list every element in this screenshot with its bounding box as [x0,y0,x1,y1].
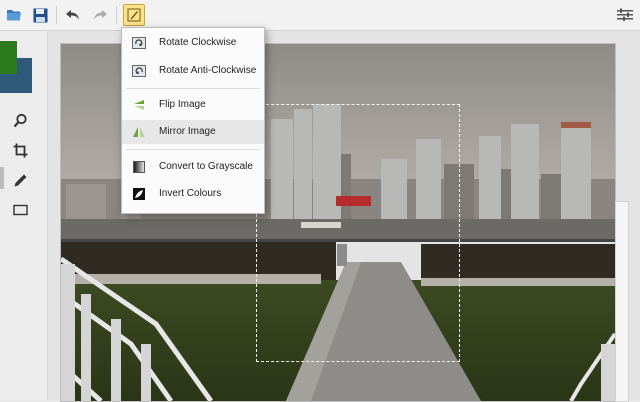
menu-item-label: Rotate Clockwise [159,37,237,48]
toolbar [0,0,640,31]
rectangle-tool[interactable] [9,199,31,221]
menu-item-rotate-anticlockwise[interactable]: Rotate Anti-Clockwise [122,59,264,83]
menu-item-flip-image[interactable]: Flip Image [122,93,264,117]
menu-item-label: Flip Image [159,99,206,110]
menu-item-label: Rotate Anti-Clockwise [159,65,257,76]
menu-item-convert-grayscale[interactable]: Convert to Grayscale [122,155,264,179]
menu-item-label: Invert Colours [159,188,222,199]
menu-item-mirror-image[interactable]: Mirror Image [122,120,264,144]
crop-tool[interactable] [9,139,31,161]
settings-button[interactable] [614,4,636,26]
menu-item-rotate-clockwise[interactable]: Rotate Clockwise [122,31,264,55]
vertical-scrollbar[interactable] [615,201,629,402]
folder-open-icon [7,10,21,21]
save-button[interactable] [29,4,51,26]
mirror-icon [131,125,147,139]
redo-button[interactable] [89,4,111,26]
menu-item-label: Mirror Image [159,126,216,137]
pencil-icon [14,174,26,186]
menu-item-label: Convert to Grayscale [159,161,253,172]
crop-icon [13,143,27,157]
tool-panel [0,31,48,400]
sliders-icon [617,8,633,21]
pencil-tool[interactable] [9,169,31,191]
crop-selection[interactable] [256,104,460,362]
save-icon [33,8,47,22]
rectangle-icon [12,204,28,216]
menu-item-invert-colours[interactable]: Invert Colours [122,182,264,206]
magnifier-icon [13,113,27,127]
grayscale-icon [131,160,147,174]
selected-tool-indicator [0,167,4,189]
flip-icon [131,98,147,112]
invert-icon [131,187,147,201]
redo-icon [94,10,107,20]
undo-icon [66,10,79,20]
undo-button[interactable] [62,4,84,26]
edit-image-button[interactable] [123,4,145,26]
rotate-clockwise-icon [131,36,147,50]
edit-image-menu: Rotate Clockwise Rotate Anti-Clockwise F… [121,27,265,214]
zoom-tool[interactable] [9,109,31,131]
rotate-anticlockwise-icon [131,64,147,78]
edit-image-icon [127,8,141,22]
open-button[interactable] [3,4,25,26]
primary-color-swatch[interactable] [0,41,17,74]
